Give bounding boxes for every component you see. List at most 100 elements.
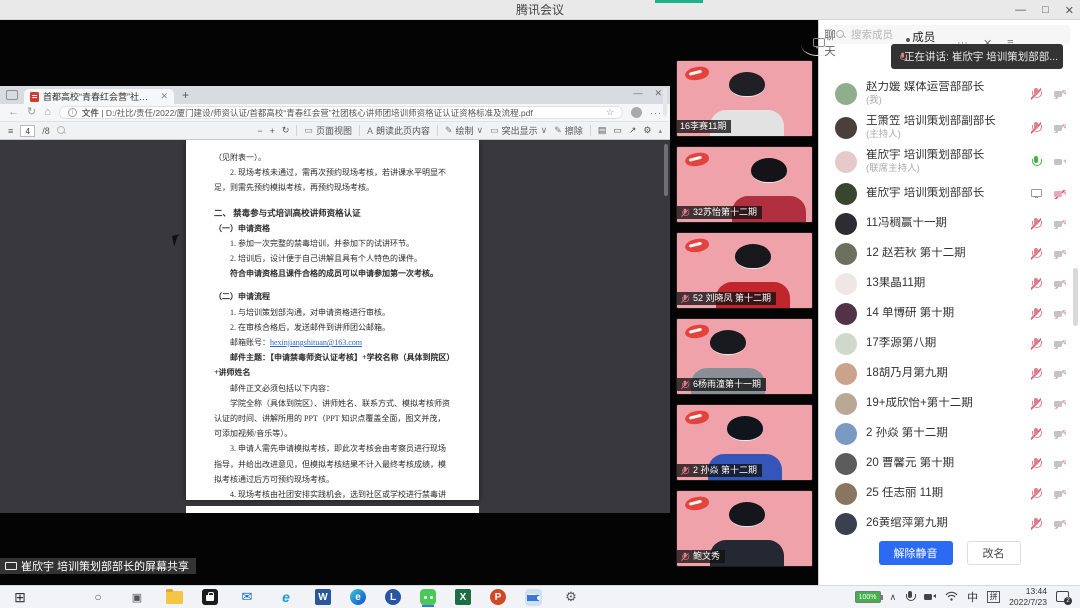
notification-icon[interactable]: 2	[1056, 591, 1070, 603]
member-list-scrollbar-thumb[interactable]	[1073, 268, 1078, 326]
member-camera-icon[interactable]	[1054, 310, 1066, 319]
member-row[interactable]: 赵力媛 媒体运营部部长 (我)	[819, 77, 1080, 111]
pdf-search-icon[interactable]	[57, 126, 67, 136]
zoom-out-icon[interactable]: −	[257, 126, 262, 136]
wifi-icon[interactable]	[945, 588, 958, 606]
tencent-meeting-icon[interactable]	[525, 589, 542, 606]
office-icon[interactable]: L	[385, 589, 401, 605]
ime-pinyin-icon[interactable]: 拼	[987, 591, 1000, 603]
video-tile[interactable]: 16李赛11期	[676, 60, 813, 137]
page-info-icon[interactable]: i	[68, 108, 77, 117]
member-camera-icon[interactable]	[1054, 490, 1066, 499]
member-mic-icon[interactable]	[1031, 88, 1041, 100]
zoom-in-icon[interactable]: +	[270, 126, 275, 136]
close-button[interactable]: ✕	[1065, 4, 1074, 17]
video-tile[interactable]: 6杨雨潼第十一期	[676, 318, 813, 395]
member-row[interactable]: 13果晶11期	[819, 269, 1080, 299]
rotate-icon[interactable]: ↻	[282, 125, 290, 136]
maximize-button[interactable]: □	[1042, 4, 1049, 16]
member-row[interactable]: 19+成欣怡+第十二期	[819, 389, 1080, 419]
settings-icon[interactable]: ⚙	[561, 588, 581, 607]
member-mic-icon[interactable]	[1031, 122, 1041, 134]
member-mic-icon[interactable]	[1031, 248, 1041, 260]
unmute-button[interactable]: 解除静音	[879, 541, 953, 565]
member-camera-icon[interactable]	[1054, 190, 1066, 199]
member-camera-icon[interactable]	[1054, 520, 1066, 529]
browser-more-icon[interactable]: ···	[650, 108, 662, 118]
search-button[interactable]	[49, 588, 69, 607]
minimize-button[interactable]: —	[1015, 4, 1026, 16]
save-icon[interactable]: ▤	[598, 125, 607, 136]
excel-icon[interactable]: X	[455, 589, 471, 605]
cortana-button[interactable]: ○	[88, 588, 108, 607]
tray-expand-icon[interactable]: ∧	[890, 592, 897, 603]
member-row[interactable]: 2 孙焱 第十二期	[819, 419, 1080, 449]
tab-workspaces-icon[interactable]	[6, 90, 18, 100]
member-row[interactable]: 崔欣宇 培训策划部部长 (联席主持人)	[819, 145, 1080, 179]
member-mic-icon[interactable]	[1031, 428, 1041, 440]
browser-minimize-icon[interactable]: —	[633, 88, 642, 99]
video-tile[interactable]: 32苏怡第十二期	[676, 146, 813, 223]
page-number-input[interactable]: 4	[20, 125, 35, 137]
video-tile[interactable]: 鲍文秀	[676, 490, 813, 567]
member-mic-icon[interactable]	[1031, 488, 1041, 500]
page-view-button[interactable]: ▭页面视图	[304, 124, 352, 137]
video-tile[interactable]: 52 刘晓凤 第十二期	[676, 232, 813, 309]
highlight-button[interactable]: ▭突出显示∨	[490, 124, 547, 137]
member-camera-icon[interactable]	[1054, 340, 1066, 349]
member-mic-icon[interactable]	[1031, 368, 1041, 380]
member-row[interactable]: 12 赵若秋 第十二期	[819, 239, 1080, 269]
member-camera-icon[interactable]	[1054, 370, 1066, 379]
ie-icon[interactable]: e	[276, 588, 296, 607]
video-tile[interactable]: 2 孙焱 第十二期	[676, 404, 813, 481]
mail-icon[interactable]: ✉	[237, 588, 257, 607]
battery-icon[interactable]: 100%	[855, 591, 881, 603]
favorite-star-icon[interactable]: ☆	[606, 107, 614, 118]
scroll-up-icon[interactable]: ▴	[658, 127, 662, 135]
tab-close-icon[interactable]: ✕	[160, 91, 168, 102]
profile-avatar[interactable]	[631, 107, 642, 118]
tray-clock[interactable]: 13:44 2022/7/23	[1009, 586, 1047, 607]
member-camera-icon[interactable]	[1054, 460, 1066, 469]
pdf-menu-icon[interactable]: ≡	[8, 126, 13, 136]
email-link[interactable]: hexinjiangshituan@163.com	[270, 338, 362, 347]
store-icon[interactable]	[202, 589, 218, 605]
browser-tab[interactable]: 首都高校“青春红会营”社团核心… ✕	[24, 89, 174, 104]
browser-close-icon[interactable]: ✕	[654, 88, 662, 99]
member-row[interactable]: 崔欣宇 培训策划部部长	[819, 179, 1080, 209]
read-aloud-button[interactable]: A朗读此页内容	[367, 124, 430, 137]
new-tab-button[interactable]: +	[182, 88, 189, 102]
back-icon[interactable]: ←	[8, 107, 19, 118]
member-camera-icon[interactable]	[1054, 280, 1066, 289]
member-mic-icon[interactable]	[1031, 188, 1041, 200]
member-camera-icon[interactable]	[1054, 220, 1066, 229]
member-camera-icon[interactable]	[1054, 430, 1066, 439]
wechat-icon[interactable]	[420, 589, 436, 605]
member-row[interactable]: 王箫笠 培训策划部副部长 (主持人)	[819, 111, 1080, 145]
ime-language-icon[interactable]: 中	[967, 589, 978, 605]
url-field[interactable]: i 文件 | D:/社比/责任/2022/厦门建设/师资认证/首都高校“青春红会…	[59, 106, 623, 119]
member-mic-icon[interactable]	[1031, 338, 1041, 350]
member-camera-icon[interactable]	[1054, 400, 1066, 409]
member-row[interactable]: 17李源第八期	[819, 329, 1080, 359]
member-mic-icon[interactable]	[1031, 156, 1041, 168]
pdf-viewport[interactable]: （见附表一）。 2. 现场考核未通过，需再次预约现场考核，若讲课水平明显不足，则…	[0, 140, 670, 513]
member-row[interactable]: 26黄绾萍第九期	[819, 509, 1080, 539]
member-row[interactable]: 25 任志丽 11期	[819, 479, 1080, 509]
rename-button[interactable]: 改名	[967, 541, 1021, 565]
member-mic-icon[interactable]	[1031, 518, 1041, 530]
powerpoint-icon[interactable]: P	[490, 589, 506, 605]
member-row[interactable]: 14 单博研 第十期	[819, 299, 1080, 329]
home-icon[interactable]: ⌂	[44, 107, 51, 118]
member-mic-icon[interactable]	[1031, 308, 1041, 320]
tray-mic-icon[interactable]	[905, 591, 915, 603]
refresh-icon[interactable]: ↻	[27, 107, 36, 118]
member-mic-icon[interactable]	[1031, 398, 1041, 410]
member-row[interactable]: 20 曹馨元 第十期	[819, 449, 1080, 479]
member-camera-icon[interactable]	[1054, 90, 1066, 99]
member-search-input[interactable]: 搜索成员	[829, 25, 1070, 44]
pdf-scrollbar-thumb[interactable]	[664, 144, 668, 196]
file-explorer-icon[interactable]	[166, 591, 183, 604]
member-mic-icon[interactable]	[1031, 218, 1041, 230]
tray-camera-icon[interactable]	[924, 593, 936, 602]
